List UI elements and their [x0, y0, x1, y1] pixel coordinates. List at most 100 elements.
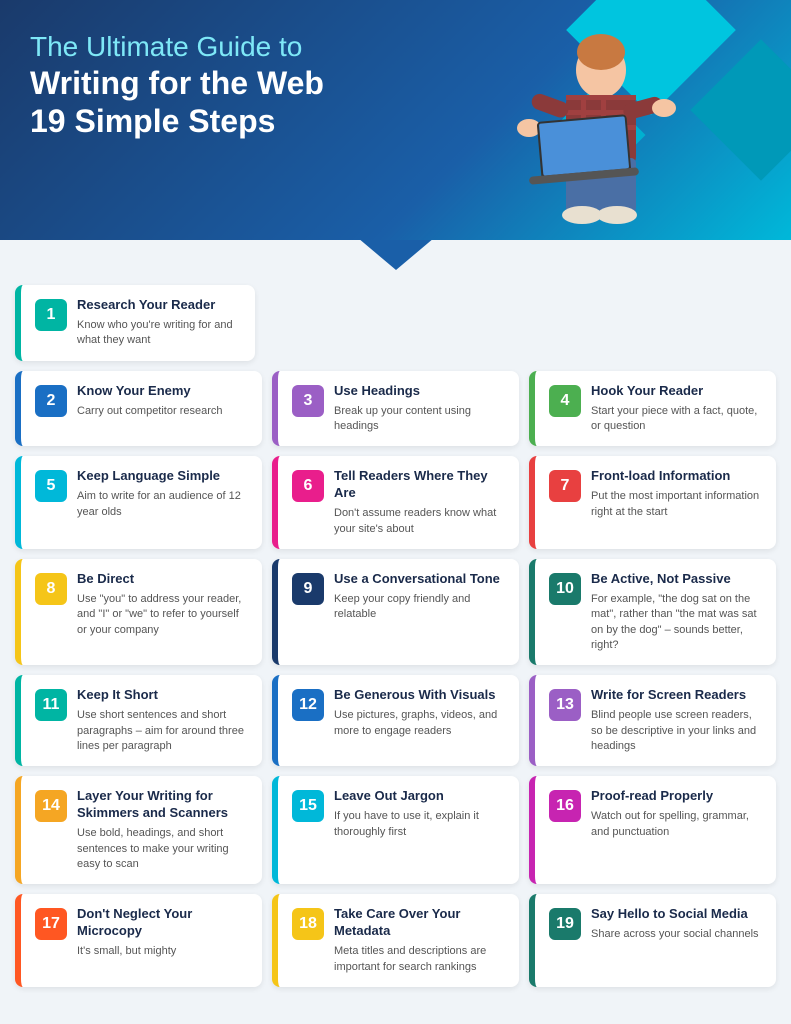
header-title-line1: Writing for the Web	[30, 64, 450, 102]
card-content-11: Keep It Short Use short sentences and sh…	[77, 687, 248, 754]
header: The Ultimate Guide to Writing for the We…	[0, 0, 791, 240]
step-badge-6: 6	[292, 470, 324, 502]
step-badge-13: 13	[549, 689, 581, 721]
card-desc-17: It's small, but mighty	[77, 944, 248, 959]
step-card-1: 1 Research Your Reader Know who you're w…	[15, 285, 255, 361]
row-5: 11 Keep It Short Use short sentences and…	[15, 675, 776, 766]
row-6: 14 Layer Your Writing for Skimmers and S…	[15, 776, 776, 884]
card-content-7: Front-load Information Put the most impo…	[591, 468, 762, 520]
row-2: 2 Know Your Enemy Carry out competitor r…	[15, 371, 776, 447]
card-title-6: Tell Readers Where They Are	[334, 468, 505, 502]
card-content-5: Keep Language Simple Aim to write for an…	[77, 468, 248, 520]
card-content-13: Write for Screen Readers Blind people us…	[591, 687, 762, 754]
card-content-14: Layer Your Writing for Skimmers and Scan…	[77, 788, 248, 872]
card-title-15: Leave Out Jargon	[334, 788, 505, 805]
card-content-9: Use a Conversational Tone Keep your copy…	[334, 571, 505, 623]
step-badge-1: 1	[35, 299, 67, 331]
row-1: 1 Research Your Reader Know who you're w…	[15, 285, 776, 361]
step-badge-17: 17	[35, 908, 67, 940]
card-desc-10: For example, "the dog sat on the mat", r…	[591, 592, 762, 654]
card-content-4: Hook Your Reader Start your piece with a…	[591, 383, 762, 435]
card-desc-1: Know who you're writing for and what the…	[77, 318, 241, 349]
step-badge-8: 8	[35, 573, 67, 605]
step-card-2: 2 Know Your Enemy Carry out competitor r…	[15, 371, 262, 447]
card-title-9: Use a Conversational Tone	[334, 571, 505, 588]
card-desc-19: Share across your social channels	[591, 927, 762, 942]
step-badge-18: 18	[292, 908, 324, 940]
header-title-line2: 19 Simple Steps	[30, 103, 275, 139]
step-card-14: 14 Layer Your Writing for Skimmers and S…	[15, 776, 262, 884]
step-badge-9: 9	[292, 573, 324, 605]
step-card-11: 11 Keep It Short Use short sentences and…	[15, 675, 262, 766]
card-content-16: Proof-read Properly Watch out for spelli…	[591, 788, 762, 840]
step-badge-4: 4	[549, 385, 581, 417]
card-desc-16: Watch out for spelling, grammar, and pun…	[591, 809, 762, 840]
card-title-12: Be Generous With Visuals	[334, 687, 505, 704]
card-content-3: Use Headings Break up your content using…	[334, 383, 505, 435]
card-content-8: Be Direct Use "you" to address your read…	[77, 571, 248, 638]
step-card-5: 5 Keep Language Simple Aim to write for …	[15, 456, 262, 549]
card-content-12: Be Generous With Visuals Use pictures, g…	[334, 687, 505, 739]
step-card-9: 9 Use a Conversational Tone Keep your co…	[272, 559, 519, 665]
card-desc-2: Carry out competitor research	[77, 404, 248, 419]
header-title: The Ultimate Guide to Writing for the We…	[30, 30, 450, 140]
card-desc-4: Start your piece with a fact, quote, or …	[591, 404, 762, 435]
step-card-13: 13 Write for Screen Readers Blind people…	[529, 675, 776, 766]
card-content-15: Leave Out Jargon If you have to use it, …	[334, 788, 505, 840]
card-content-1: Research Your Reader Know who you're wri…	[77, 297, 241, 349]
card-desc-14: Use bold, headings, and short sentences …	[77, 826, 248, 872]
step-badge-15: 15	[292, 790, 324, 822]
step-card-17: 17 Don't Neglect Your Microcopy It's sma…	[15, 894, 262, 987]
card-title-7: Front-load Information	[591, 468, 762, 485]
step-card-19: 19 Say Hello to Social Media Share acros…	[529, 894, 776, 987]
card-desc-15: If you have to use it, explain it thorou…	[334, 809, 505, 840]
card-title-1: Research Your Reader	[77, 297, 241, 314]
row-7: 17 Don't Neglect Your Microcopy It's sma…	[15, 894, 776, 987]
step-badge-5: 5	[35, 470, 67, 502]
card-desc-12: Use pictures, graphs, videos, and more t…	[334, 708, 505, 739]
card-content-19: Say Hello to Social Media Share across y…	[591, 906, 762, 942]
card-title-2: Know Your Enemy	[77, 383, 248, 400]
row-3: 5 Keep Language Simple Aim to write for …	[15, 456, 776, 549]
card-content-6: Tell Readers Where They Are Don't assume…	[334, 468, 505, 537]
card-desc-7: Put the most important information right…	[591, 489, 762, 520]
card-title-8: Be Direct	[77, 571, 248, 588]
step-card-10: 10 Be Active, Not Passive For example, "…	[529, 559, 776, 665]
card-desc-18: Meta titles and descriptions are importa…	[334, 944, 505, 975]
step-card-6: 6 Tell Readers Where They Are Don't assu…	[272, 456, 519, 549]
card-title-18: Take Care Over Your Metadata	[334, 906, 505, 940]
card-content-17: Don't Neglect Your Microcopy It's small,…	[77, 906, 248, 959]
step-card-8: 8 Be Direct Use "you" to address your re…	[15, 559, 262, 665]
card-desc-6: Don't assume readers know what your site…	[334, 506, 505, 537]
step-card-16: 16 Proof-read Properly Watch out for spe…	[529, 776, 776, 884]
steps-grid: 1 Research Your Reader Know who you're w…	[0, 275, 791, 1017]
step-badge-12: 12	[292, 689, 324, 721]
card-desc-9: Keep your copy friendly and relatable	[334, 592, 505, 623]
card-title-5: Keep Language Simple	[77, 468, 248, 485]
card-title-13: Write for Screen Readers	[591, 687, 762, 704]
step-badge-14: 14	[35, 790, 67, 822]
step-badge-11: 11	[35, 689, 67, 721]
card-desc-5: Aim to write for an audience of 12 year …	[77, 489, 248, 520]
step-badge-16: 16	[549, 790, 581, 822]
arrow-indicator	[0, 238, 791, 275]
card-title-16: Proof-read Properly	[591, 788, 762, 805]
step-card-3: 3 Use Headings Break up your content usi…	[272, 371, 519, 447]
step-badge-2: 2	[35, 385, 67, 417]
card-title-11: Keep It Short	[77, 687, 248, 704]
step-badge-19: 19	[549, 908, 581, 940]
row-4: 8 Be Direct Use "you" to address your re…	[15, 559, 776, 665]
card-title-14: Layer Your Writing for Skimmers and Scan…	[77, 788, 248, 822]
step-card-15: 15 Leave Out Jargon If you have to use i…	[272, 776, 519, 884]
card-content-10: Be Active, Not Passive For example, "the…	[591, 571, 762, 653]
card-desc-11: Use short sentences and short paragraphs…	[77, 708, 248, 754]
step-badge-7: 7	[549, 470, 581, 502]
step-card-12: 12 Be Generous With Visuals Use pictures…	[272, 675, 519, 766]
card-content-2: Know Your Enemy Carry out competitor res…	[77, 383, 248, 419]
card-title-17: Don't Neglect Your Microcopy	[77, 906, 248, 940]
header-subtitle: The Ultimate Guide to	[30, 31, 302, 62]
card-title-10: Be Active, Not Passive	[591, 571, 762, 588]
header-content: The Ultimate Guide to Writing for the We…	[30, 30, 761, 140]
step-badge-10: 10	[549, 573, 581, 605]
card-desc-3: Break up your content using headings	[334, 404, 505, 435]
